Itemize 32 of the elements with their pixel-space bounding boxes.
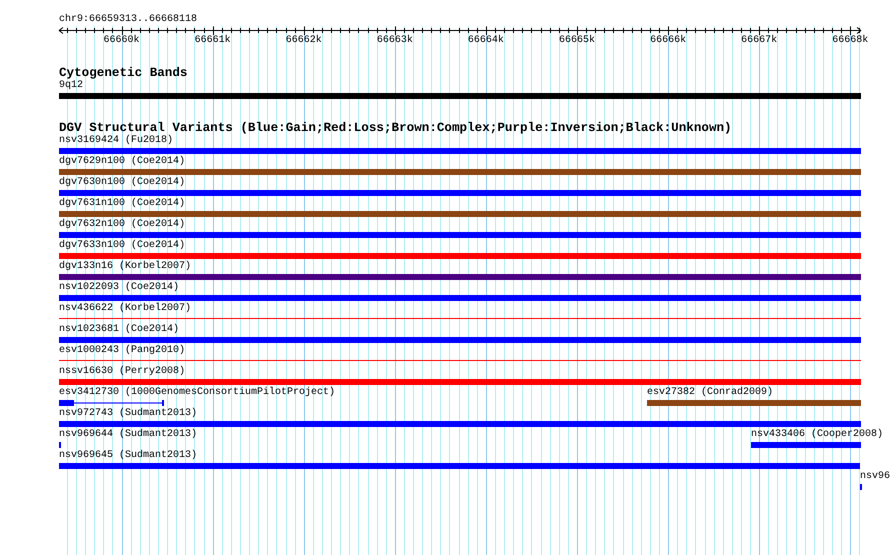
tick-label: 66663k <box>376 35 413 47</box>
track-title: Cytogenetic Bands <box>59 66 188 80</box>
feature-label: dgv7629n100 (Coe2014) <box>59 156 186 168</box>
tick-label: 66664k <box>468 35 504 47</box>
feature-label: dgv7632n100 (Coe2014) <box>59 219 186 231</box>
feature-label: nssv16630 (Perry2008) <box>59 366 186 378</box>
feature-label: 9q12 <box>59 80 84 92</box>
feature-label: dgv133n16 (Korbel2007) <box>59 261 192 273</box>
tick-label: 66666k <box>650 35 686 47</box>
tick-label: 66661k <box>194 35 231 47</box>
tick-label: 66665k <box>558 35 595 47</box>
track-title: DGV Structural Variants (Blue:Gain;Red:Loss;Brown:Complex;Purple:Inversion;Black:Unknown) <box>59 121 733 135</box>
feature-label: esv3412730 (1000GenomesConsortiumPilotProject) <box>59 387 336 399</box>
feature-label: esv27382 (Conrad2009) <box>647 387 774 399</box>
feature-label: esv1000243 (Pang2010) <box>59 345 186 357</box>
feature-label: dgv7631n100 (Coe2014) <box>59 198 186 210</box>
feature-label: nsv96 <box>860 471 890 483</box>
feature-label: dgv7630n100 (Coe2014) <box>59 177 186 189</box>
feature-label: nsv433406 (Cooper2008) <box>751 429 884 441</box>
feature-label: dgv7633n100 (Coe2014) <box>59 240 186 252</box>
location-label: chr9:66659313..66668118 <box>59 14 198 26</box>
feature-label: nsv436622 (Korbel2007) <box>59 303 192 315</box>
feature-label: nsv972743 (Sudmant2013) <box>59 408 198 420</box>
tick-label: 66660k <box>104 35 140 47</box>
feature-label: nsv969645 (Sudmant2013) <box>59 450 198 462</box>
feature-label: nsv1023681 (Coe2014) <box>59 324 180 336</box>
tick-label: 66667k <box>741 35 778 47</box>
tick-label: 66662k <box>286 35 322 47</box>
feature-label: nsv3169424 (Fu2018) <box>59 135 174 147</box>
feature-label: nsv969644 (Sudmant2013) <box>59 429 198 441</box>
feature-label: nsv1022093 (Coe2014) <box>59 282 180 294</box>
tick-label: 66668k <box>832 35 868 47</box>
